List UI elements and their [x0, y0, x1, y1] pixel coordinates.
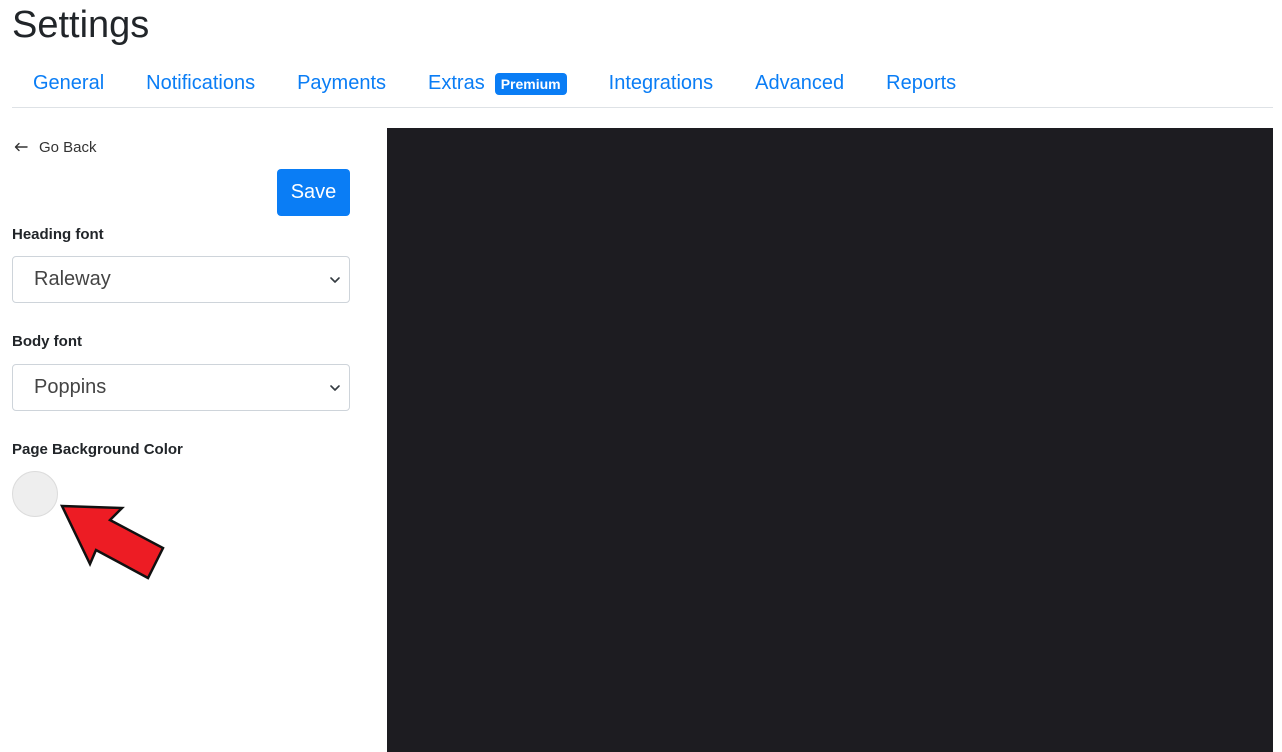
tab-label: Extras	[428, 72, 485, 94]
heading-font-value: Raleway	[34, 268, 111, 290]
background-color-swatch[interactable]	[12, 471, 58, 517]
tab-label: Notifications	[146, 72, 256, 94]
theme-preview-pane	[387, 128, 1273, 752]
tab-label: Payments	[297, 72, 387, 94]
tab-reports[interactable]: Reports	[865, 72, 977, 95]
tab-notifications[interactable]: Notifications	[125, 72, 276, 95]
tab-label: Advanced	[755, 72, 845, 94]
tab-extras[interactable]: Extras Premium	[407, 72, 588, 95]
heading-font-label: Heading font	[12, 226, 104, 243]
tab-integrations[interactable]: Integrations	[588, 72, 735, 95]
chevron-down-icon	[330, 276, 340, 283]
heading-font-select[interactable]: Raleway	[12, 256, 350, 303]
tab-label: Integrations	[608, 72, 714, 94]
tab-advanced[interactable]: Advanced	[734, 72, 865, 95]
background-color-label: Page Background Color	[12, 441, 183, 458]
premium-badge: Premium	[494, 72, 567, 95]
tab-label: Reports	[886, 72, 957, 94]
tab-general[interactable]: General	[12, 72, 125, 95]
body-font-select[interactable]: Poppins	[12, 364, 350, 411]
red-arrow-annotation-icon	[59, 504, 165, 580]
settings-tabs: General Notifications Payments Extras Pre…	[12, 60, 1273, 108]
body-font-label: Body font	[12, 333, 82, 350]
save-button[interactable]: Save	[277, 169, 350, 216]
chevron-down-icon	[330, 384, 340, 391]
go-back-link[interactable]: Go Back	[14, 139, 97, 156]
body-font-value: Poppins	[34, 376, 107, 398]
tab-label: General	[33, 72, 105, 94]
go-back-label: Go Back	[39, 139, 97, 156]
page-title: Settings	[12, 4, 150, 46]
tab-payments[interactable]: Payments	[276, 72, 407, 95]
arrow-left-icon	[14, 139, 28, 156]
